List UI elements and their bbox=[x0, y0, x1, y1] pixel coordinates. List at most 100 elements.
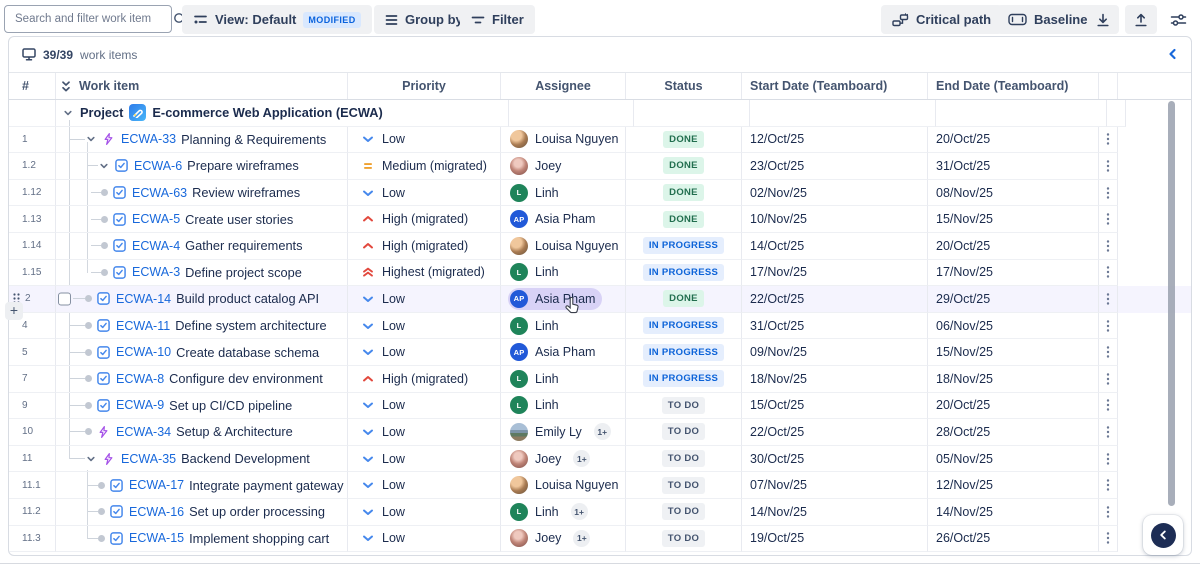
row-menu-button[interactable] bbox=[1099, 339, 1118, 366]
start-date-cell[interactable]: 02/Nov/25 bbox=[742, 180, 928, 207]
header-work-item[interactable]: Work item bbox=[56, 73, 348, 99]
priority-cell[interactable]: Low bbox=[348, 499, 501, 526]
priority-cell[interactable]: Low bbox=[348, 180, 501, 207]
header-num[interactable]: # bbox=[9, 73, 56, 99]
assignee-chip[interactable]: LLinh bbox=[508, 394, 566, 416]
table-row[interactable]: 11.2ECWA-16Set up order processingLowLLi… bbox=[9, 499, 1191, 526]
status-cell[interactable]: TO DO bbox=[626, 419, 742, 446]
priority-cell[interactable]: Highest (migrated) bbox=[348, 260, 501, 287]
row-menu-button[interactable] bbox=[1099, 419, 1118, 446]
priority-cell[interactable]: Low bbox=[348, 526, 501, 553]
status-cell[interactable]: TO DO bbox=[626, 472, 742, 499]
work-item-key[interactable]: ECWA-34 bbox=[116, 425, 171, 439]
priority-cell[interactable]: High (migrated) bbox=[348, 206, 501, 233]
assignee-chip[interactable]: LLinh bbox=[508, 368, 566, 390]
status-cell[interactable]: DONE bbox=[626, 153, 742, 180]
table-row[interactable]: 11.1ECWA-17Integrate payment gatewayLowL… bbox=[9, 472, 1191, 499]
table-row[interactable]: 11ECWA-35Backend DevelopmentLowJoey1+TO … bbox=[9, 446, 1191, 473]
project-expander-icon[interactable] bbox=[62, 107, 74, 119]
start-date-cell[interactable]: 14/Oct/25 bbox=[742, 233, 928, 260]
row-expander-icon[interactable] bbox=[98, 160, 110, 172]
start-date-cell[interactable]: 15/Oct/25 bbox=[742, 393, 928, 420]
start-date-cell[interactable]: 31/Oct/25 bbox=[742, 313, 928, 340]
end-date-cell[interactable]: 18/Nov/25 bbox=[928, 366, 1099, 393]
end-date-cell[interactable]: 17/Nov/25 bbox=[928, 260, 1099, 287]
work-item-key[interactable]: ECWA-9 bbox=[116, 398, 164, 412]
priority-cell[interactable]: High (migrated) bbox=[348, 233, 501, 260]
status-cell[interactable]: DONE bbox=[626, 206, 742, 233]
status-cell[interactable]: TO DO bbox=[626, 393, 742, 420]
status-cell[interactable]: IN PROGRESS bbox=[626, 233, 742, 260]
table-row[interactable]: 1.13ECWA-5Create user storiesHigh (migra… bbox=[9, 206, 1191, 233]
work-item-key[interactable]: ECWA-63 bbox=[132, 186, 187, 200]
assignee-chip[interactable]: Louisa Nguyen bbox=[508, 474, 625, 496]
priority-cell[interactable]: High (migrated) bbox=[348, 366, 501, 393]
assignee-cell[interactable]: LLinh bbox=[501, 393, 626, 420]
end-date-cell[interactable]: 28/Oct/25 bbox=[928, 419, 1099, 446]
end-date-cell[interactable]: 20/Oct/25 bbox=[928, 393, 1099, 420]
vertical-scrollbar[interactable] bbox=[1168, 101, 1175, 506]
search-box[interactable] bbox=[4, 5, 172, 33]
work-item-key[interactable]: ECWA-10 bbox=[116, 345, 171, 359]
work-item-cell[interactable]: ECWA-33Planning & Requirements bbox=[56, 127, 348, 154]
priority-cell[interactable]: Low bbox=[348, 419, 501, 446]
row-checkbox[interactable] bbox=[58, 292, 71, 305]
end-date-cell[interactable]: 15/Nov/25 bbox=[928, 339, 1099, 366]
work-item-key[interactable]: ECWA-11 bbox=[116, 319, 170, 333]
row-menu-button[interactable] bbox=[1099, 472, 1118, 499]
project-cell[interactable]: Project E-commerce Web Application (ECWA… bbox=[56, 100, 509, 127]
priority-cell[interactable]: Low bbox=[348, 313, 501, 340]
priority-cell[interactable]: Low bbox=[348, 127, 501, 154]
work-item-cell[interactable]: ECWA-3Define project scope bbox=[56, 260, 348, 287]
end-date-cell[interactable]: 06/Nov/25 bbox=[928, 313, 1099, 340]
row-menu-button[interactable] bbox=[1099, 313, 1118, 340]
assignee-cell[interactable]: Louisa Nguyen1+ bbox=[501, 472, 626, 499]
end-date-cell[interactable]: 12/Nov/25 bbox=[928, 472, 1099, 499]
work-item-key[interactable]: ECWA-33 bbox=[121, 132, 176, 146]
assignee-cell[interactable]: LLinh bbox=[501, 313, 626, 340]
assignee-cell[interactable]: Joey1+ bbox=[501, 526, 626, 553]
work-item-key[interactable]: ECWA-3 bbox=[132, 265, 180, 279]
work-item-cell[interactable]: ECWA-14Build product catalog API bbox=[56, 286, 348, 313]
download-button[interactable] bbox=[1087, 5, 1119, 34]
status-cell[interactable]: IN PROGRESS bbox=[626, 260, 742, 287]
work-item-cell[interactable]: ECWA-10Create database schema bbox=[56, 339, 348, 366]
group-by-button[interactable]: Group by bbox=[374, 5, 474, 34]
work-item-cell[interactable]: ECWA-15Implement shopping cart bbox=[56, 526, 348, 553]
assignee-chip[interactable]: APAsia Pham bbox=[508, 208, 602, 230]
table-row[interactable]: 4ECWA-11Define system architectureLowLLi… bbox=[9, 313, 1191, 340]
row-menu-button[interactable] bbox=[1099, 233, 1118, 260]
work-item-key[interactable]: ECWA-16 bbox=[129, 505, 184, 519]
start-date-cell[interactable]: 07/Nov/25 bbox=[742, 472, 928, 499]
assignee-chip[interactable]: LLinh bbox=[508, 501, 566, 523]
work-item-cell[interactable]: ECWA-5Create user stories bbox=[56, 206, 348, 233]
table-row[interactable]: 5ECWA-10Create database schemaLowAPAsia … bbox=[9, 339, 1191, 366]
assignee-cell[interactable]: APAsia Pham bbox=[501, 206, 626, 233]
add-row-button[interactable]: + bbox=[5, 302, 23, 320]
row-menu-button[interactable] bbox=[1099, 153, 1118, 180]
status-cell[interactable]: DONE bbox=[626, 127, 742, 154]
table-row[interactable]: 1.12ECWA-63Review wireframesLowLLinhDONE… bbox=[9, 180, 1191, 207]
assignee-cell[interactable]: Emily Ly1+ bbox=[501, 419, 626, 446]
table-row[interactable]: 1.15ECWA-3Define project scopeHighest (m… bbox=[9, 260, 1191, 287]
work-item-cell[interactable]: ECWA-16Set up order processing bbox=[56, 499, 348, 526]
table-row[interactable]: 1.14ECWA-4Gather requirementsHigh (migra… bbox=[9, 233, 1191, 260]
row-menu-button[interactable] bbox=[1099, 446, 1118, 473]
priority-cell[interactable]: Low bbox=[348, 472, 501, 499]
priority-cell[interactable]: Low bbox=[348, 286, 501, 313]
row-menu-button[interactable] bbox=[1099, 206, 1118, 233]
work-item-key[interactable]: ECWA-17 bbox=[129, 478, 184, 492]
assignee-chip[interactable]: Louisa Nguyen bbox=[508, 235, 625, 257]
row-menu-button[interactable] bbox=[1099, 180, 1118, 207]
status-cell[interactable]: TO DO bbox=[626, 526, 742, 553]
header-status[interactable]: Status bbox=[626, 73, 742, 99]
work-item-key[interactable]: ECWA-14 bbox=[116, 292, 171, 306]
table-row[interactable]: 2ECWA-14Build product catalog APILowAPAs… bbox=[9, 286, 1191, 313]
status-cell[interactable]: IN PROGRESS bbox=[626, 339, 742, 366]
start-date-cell[interactable]: 18/Nov/25 bbox=[742, 366, 928, 393]
work-item-key[interactable]: ECWA-15 bbox=[129, 531, 184, 545]
table-row[interactable]: 1ECWA-33Planning & RequirementsLowLouisa… bbox=[9, 127, 1191, 154]
assignee-cell[interactable]: Louisa Nguyen bbox=[501, 127, 626, 154]
assignee-cell[interactable]: Joey1+ bbox=[501, 446, 626, 473]
assignee-chip[interactable]: LLinh bbox=[508, 261, 566, 283]
